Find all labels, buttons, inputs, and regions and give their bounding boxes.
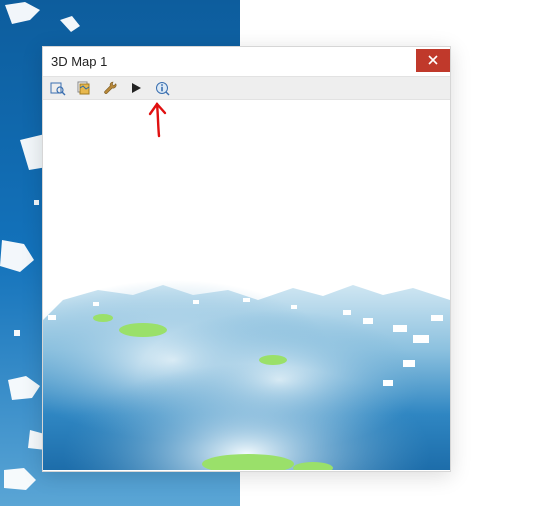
layers-icon bbox=[76, 80, 92, 96]
toolbar bbox=[43, 76, 450, 100]
zoom-extents-button[interactable] bbox=[47, 78, 69, 98]
window-title: 3D Map 1 bbox=[43, 54, 107, 69]
identify-button[interactable] bbox=[151, 78, 173, 98]
play-icon bbox=[129, 81, 143, 95]
identify-icon bbox=[154, 80, 170, 96]
terrain-3d bbox=[43, 100, 450, 470]
map-viewport[interactable] bbox=[43, 100, 450, 471]
titlebar[interactable]: 3D Map 1 bbox=[43, 47, 450, 76]
play-button[interactable] bbox=[125, 78, 147, 98]
settings-button[interactable] bbox=[99, 78, 121, 98]
settings-wrench-icon bbox=[102, 80, 118, 96]
close-button[interactable] bbox=[416, 49, 450, 72]
layers-button[interactable] bbox=[73, 78, 95, 98]
close-icon bbox=[428, 55, 438, 65]
zoom-extents-icon bbox=[50, 80, 66, 96]
map-3d-window: 3D Map 1 bbox=[42, 46, 451, 472]
